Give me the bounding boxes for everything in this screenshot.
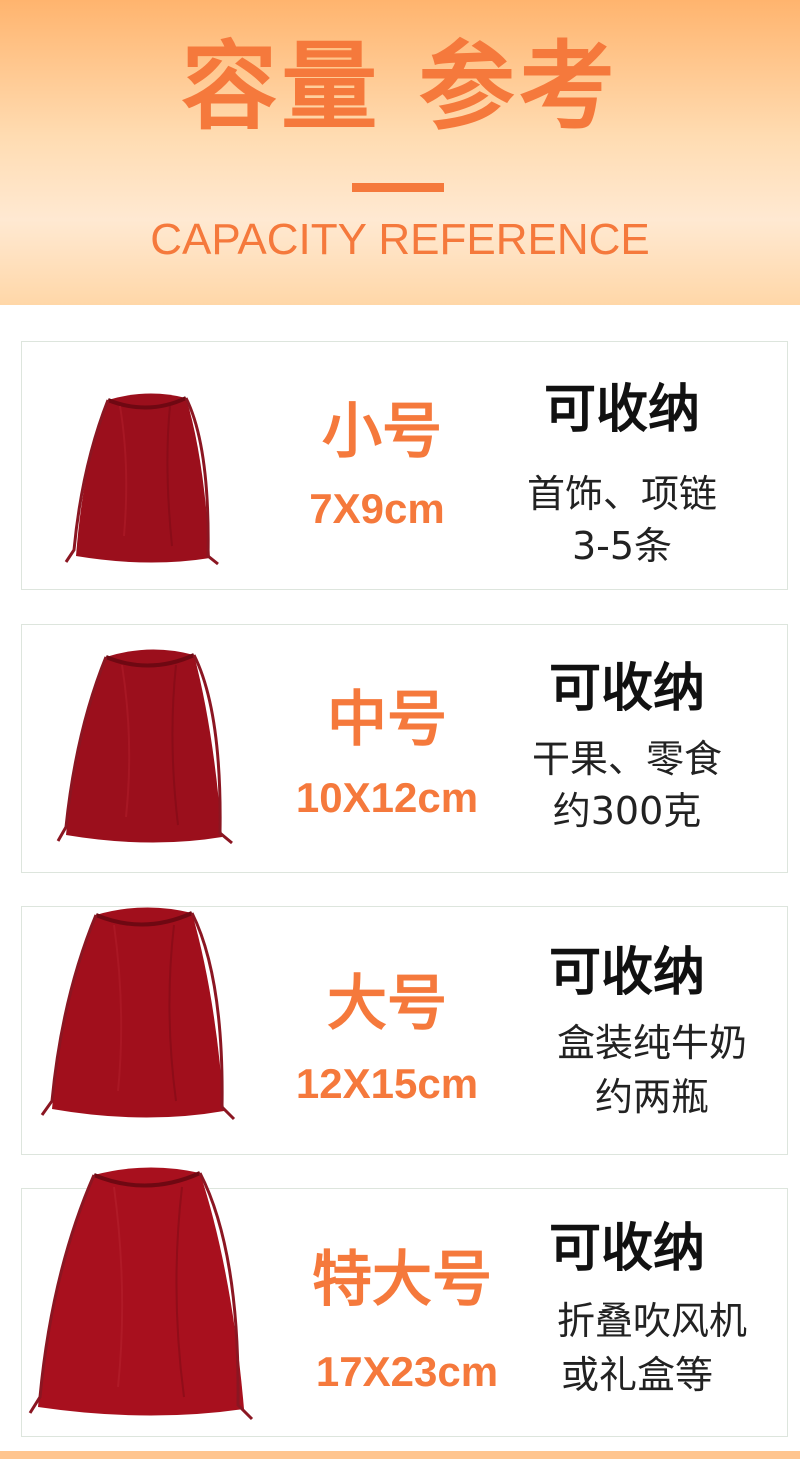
size-card-extra-large: 特大号 17X23cm 可收纳 折叠吹风机 或礼盒等 [21,1167,788,1437]
drawstring-bag-icon [64,393,219,566]
capacity-description-line2: 3-5条 [571,524,673,568]
drawstring-bag-icon [40,907,236,1121]
capacity-description-line1: 首饰、项链 [526,472,717,516]
size-dimensions: 10X12cm [295,774,479,821]
size-name: 中号 [327,685,447,755]
capacity-description-line1: 盒装纯牛奶 [556,1021,747,1065]
size-name: 小号 [322,397,442,467]
footer-bar [0,1451,800,1459]
size-name: 大号 [327,969,447,1039]
capacity-description-line2: 或礼盒等 [560,1353,713,1397]
capacity-title: 可收纳 [548,943,705,1003]
header-banner: 容量 参考 CAPACITY REFERENCE [0,0,800,305]
size-dimensions: 17X23cm [315,1348,499,1395]
capacity-title: 可收纳 [548,659,705,719]
capacity-description-line1: 干果、零食 [531,737,722,781]
page-title: 容量 参考 [181,31,619,143]
page-subtitle: CAPACITY REFERENCE [150,215,650,264]
title-divider [352,183,444,192]
size-dimensions: 7X9cm [309,485,445,532]
drawstring-bag-icon [28,1167,254,1421]
size-card-medium: 中号 10X12cm 可收纳 干果、零食 约300克 [21,624,788,873]
size-dimensions: 12X15cm [295,1060,479,1107]
size-card-large: 大号 12X15cm 可收纳 盒装纯牛奶 约两瓶 [21,906,788,1155]
capacity-title: 可收纳 [543,380,700,440]
capacity-description-line2: 约两瓶 [594,1075,709,1119]
capacity-title: 可收纳 [548,1219,705,1279]
size-card-small: 小号 7X9cm 可收纳 首饰、项链 3-5条 [21,341,788,590]
capacity-description-line1: 折叠吹风机 [556,1299,747,1343]
capacity-description-line2: 约300克 [552,789,702,833]
drawstring-bag-icon [56,649,233,845]
size-name: 特大号 [312,1245,492,1315]
